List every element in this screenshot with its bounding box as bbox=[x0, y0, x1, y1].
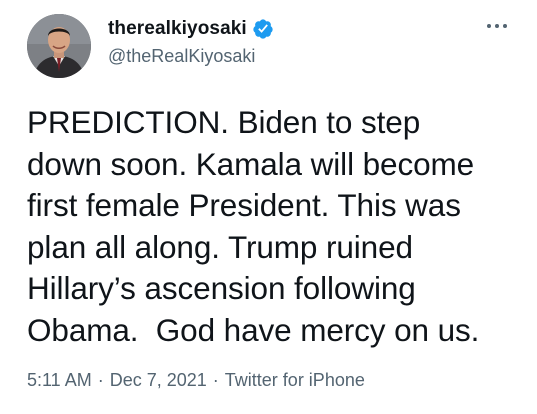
author-handle[interactable]: @theRealKiyosaki bbox=[108, 46, 255, 67]
display-name[interactable]: therealkiyosaki bbox=[108, 18, 247, 40]
avatar[interactable] bbox=[27, 14, 91, 78]
tweet-metadata: 5:11 AM · Dec 7, 2021 · Twitter for iPho… bbox=[27, 370, 365, 391]
meta-separator: · bbox=[212, 370, 219, 390]
author-name-row: therealkiyosaki bbox=[108, 16, 274, 42]
tweet-date[interactable]: Dec 7, 2021 bbox=[110, 370, 207, 391]
tweet-source[interactable]: Twitter for iPhone bbox=[225, 370, 365, 391]
meta-separator: · bbox=[97, 370, 104, 390]
tweet-card: therealkiyosaki @theRealKiyosaki PREDICT… bbox=[0, 0, 537, 414]
tweet-text: PREDICTION. Biden to step down soon. Kam… bbox=[27, 104, 480, 348]
tweet-time[interactable]: 5:11 AM bbox=[27, 370, 92, 391]
more-options-icon[interactable] bbox=[481, 16, 513, 36]
verified-badge-icon bbox=[252, 18, 274, 40]
